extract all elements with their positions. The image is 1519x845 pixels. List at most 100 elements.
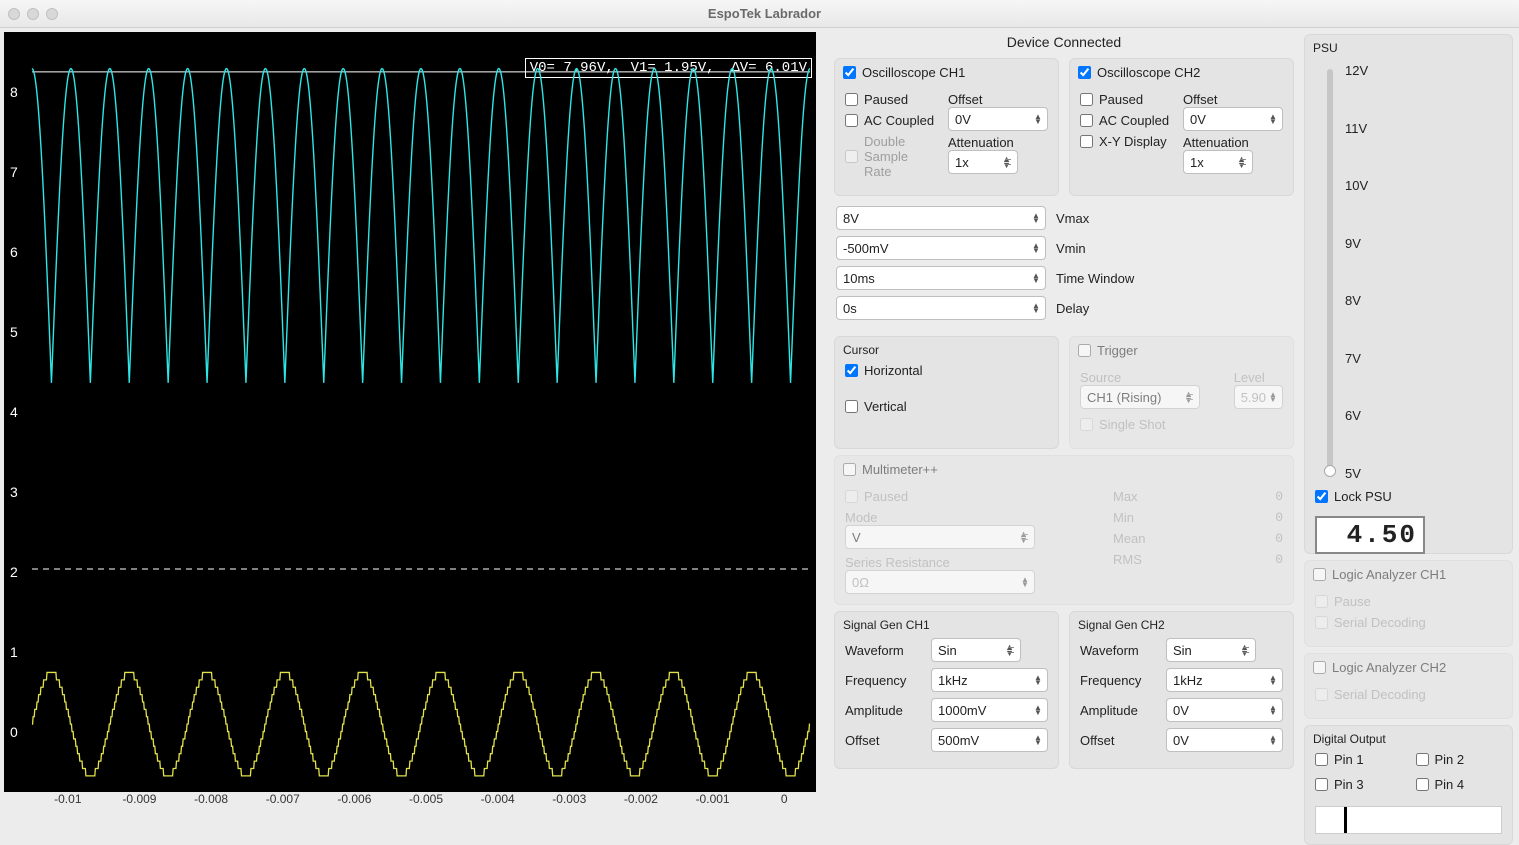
cursor-horizontal-checkbox[interactable]: Horizontal <box>845 363 923 378</box>
psu-tick: 9V <box>1345 236 1368 251</box>
window-title: EspoTek Labrador <box>58 6 1511 21</box>
trigger-singleshot-checkbox: Single Shot <box>1080 417 1166 432</box>
sg2-frequency-input[interactable]: 1kHz▲▼ <box>1166 668 1283 692</box>
psu-slider[interactable]: 12V11V10V9V8V7V6V5V <box>1321 61 1502 483</box>
ch2-xy-checkbox[interactable]: X-Y Display <box>1080 134 1167 149</box>
titlebar: EspoTek Labrador <box>0 0 1519 28</box>
psu-tick: 11V <box>1345 121 1368 136</box>
device-status: Device Connected <box>834 34 1294 50</box>
x-tick: -0.001 <box>677 792 749 816</box>
lock-psu-checkbox[interactable]: Lock PSU <box>1315 489 1392 504</box>
psu-lcd: 4.50 <box>1315 516 1425 554</box>
minimize-icon[interactable] <box>27 8 39 20</box>
cursor-title: Cursor <box>843 343 1048 357</box>
scope-ch1-enable[interactable]: Oscilloscope CH1 <box>843 65 965 80</box>
ch1-paused-checkbox[interactable]: Paused <box>845 92 908 107</box>
multimeter-group: Multimeter++ Paused Mode V▲▼ Series Resi… <box>834 455 1294 605</box>
timewindow-input[interactable]: 10ms▲▼ <box>836 266 1046 290</box>
ch2-paused-checkbox[interactable]: Paused <box>1080 92 1143 107</box>
psu-slider-thumb[interactable] <box>1324 465 1336 477</box>
ch2-atten-label: Attenuation <box>1183 135 1283 150</box>
ch2-offset-input[interactable]: 0V▲▼ <box>1183 107 1283 131</box>
trigger-enable-checkbox[interactable]: Trigger <box>1078 343 1138 358</box>
vmax-input[interactable]: 8V▲▼ <box>836 206 1046 230</box>
scope-ch2-group: Oscilloscope CH2 Paused AC Coupled X-Y D… <box>1069 58 1294 196</box>
cursor-group: Cursor Horizontal Vertical <box>834 336 1059 449</box>
siggen2-title: Signal Gen CH2 <box>1078 618 1283 632</box>
x-tick: 0 <box>748 792 820 816</box>
x-tick: -0.003 <box>533 792 605 816</box>
sg1-amplitude-input[interactable]: 1000mV▲▼ <box>931 698 1048 722</box>
ch1-offset-input[interactable]: 0V▲▼ <box>948 107 1048 131</box>
x-tick: -0.01 <box>32 792 104 816</box>
close-icon[interactable] <box>8 8 20 20</box>
psu-tick: 5V <box>1345 466 1368 481</box>
mm-series-r-label: Series Resistance <box>845 555 1093 570</box>
la1-pause-checkbox: Pause <box>1315 594 1371 609</box>
ch2-atten-select[interactable]: 1x▲▼ <box>1183 150 1253 174</box>
x-tick: -0.007 <box>247 792 319 816</box>
sg2-waveform-select[interactable]: Sin▲▼ <box>1166 638 1256 662</box>
psu-tick: 12V <box>1345 63 1368 78</box>
mm-mean-value: 0 <box>1275 531 1283 546</box>
mm-rms-label: RMS <box>1113 552 1142 567</box>
zoom-icon[interactable] <box>46 8 58 20</box>
ch1-atten-label: Attenuation <box>948 135 1048 150</box>
siggen-ch2-group: Signal Gen CH2 WaveformSin▲▼ Frequency1k… <box>1069 611 1294 769</box>
la-ch2-group: Logic Analyzer CH2 Serial Decoding <box>1304 653 1513 719</box>
la2-enable-checkbox[interactable]: Logic Analyzer CH2 <box>1313 660 1446 675</box>
sg2-amplitude-input[interactable]: 0V▲▼ <box>1166 698 1283 722</box>
cursor-vertical-checkbox[interactable]: Vertical <box>845 399 907 414</box>
sg2-offset-input[interactable]: 0V▲▼ <box>1166 728 1283 752</box>
x-tick: -0.002 <box>605 792 677 816</box>
delay-label: Delay <box>1056 301 1089 316</box>
pin2-checkbox[interactable]: Pin 2 <box>1416 752 1503 767</box>
mm-mean-label: Mean <box>1113 531 1146 546</box>
waveform-canvas <box>4 32 816 792</box>
vmin-input[interactable]: -500mV▲▼ <box>836 236 1046 260</box>
pin1-checkbox[interactable]: Pin 1 <box>1315 752 1402 767</box>
psu-tick: 6V <box>1345 408 1368 423</box>
pin4-checkbox[interactable]: Pin 4 <box>1416 777 1503 792</box>
psu-group: PSU 12V11V10V9V8V7V6V5V Lock PSU 4.50 <box>1304 34 1513 554</box>
mm-series-r-input: 0Ω▲▼ <box>845 570 1035 594</box>
x-tick: -0.006 <box>319 792 391 816</box>
la-ch1-group: Logic Analyzer CH1 Pause Serial Decoding <box>1304 560 1513 647</box>
psu-tick: 8V <box>1345 293 1368 308</box>
la2-serial-checkbox: Serial Decoding <box>1315 687 1426 702</box>
sg1-offset-input[interactable]: 500mV▲▼ <box>931 728 1048 752</box>
delay-input[interactable]: 0s▲▼ <box>836 296 1046 320</box>
ch1-ac-coupled-checkbox[interactable]: AC Coupled <box>845 113 934 128</box>
mm-max-value: 0 <box>1275 489 1283 504</box>
trigger-source-label: Source <box>1080 370 1224 385</box>
digital-output-group: Digital Output Pin 1 Pin 2 Pin 3 Pin 4 <box>1304 725 1513 845</box>
window-controls[interactable] <box>8 8 58 20</box>
oscilloscope-plot[interactable]: 8 7 6 5 4 3 2 1 0 V0= 7.96V, V1= 1.95V, … <box>4 32 816 792</box>
mm-min-value: 0 <box>1275 510 1283 525</box>
mm-rms-value: 0 <box>1275 552 1283 567</box>
ch1-atten-select[interactable]: 1x▲▼ <box>948 150 1018 174</box>
scope-ch2-enable[interactable]: Oscilloscope CH2 <box>1078 65 1200 80</box>
pin3-checkbox[interactable]: Pin 3 <box>1315 777 1402 792</box>
x-tick: -0.008 <box>175 792 247 816</box>
siggen-ch1-group: Signal Gen CH1 WaveformSin▲▼ Frequency1k… <box>834 611 1059 769</box>
digout-title: Digital Output <box>1313 732 1502 746</box>
oscilloscope-pane: 8 7 6 5 4 3 2 1 0 V0= 7.96V, V1= 1.95V, … <box>0 28 820 826</box>
mm-min-label: Min <box>1113 510 1134 525</box>
x-tick: -0.009 <box>104 792 176 816</box>
vmin-label: Vmin <box>1056 241 1086 256</box>
vmax-label: Vmax <box>1056 211 1089 226</box>
la1-enable-checkbox[interactable]: Logic Analyzer CH1 <box>1313 567 1446 582</box>
ch1-double-sample-checkbox: Double Sample Rate <box>845 134 938 179</box>
mm-mode-select: V▲▼ <box>845 525 1035 549</box>
trigger-level-label: Level <box>1234 370 1283 385</box>
psu-tick: 7V <box>1345 351 1368 366</box>
timewindow-label: Time Window <box>1056 271 1134 286</box>
ch2-ac-coupled-checkbox[interactable]: AC Coupled <box>1080 113 1169 128</box>
siggen1-title: Signal Gen CH1 <box>843 618 1048 632</box>
mm-paused-checkbox: Paused <box>845 489 908 504</box>
sg1-waveform-select[interactable]: Sin▲▼ <box>931 638 1021 662</box>
sg1-frequency-input[interactable]: 1kHz▲▼ <box>931 668 1048 692</box>
ch1-offset-label: Offset <box>948 92 1048 107</box>
multimeter-enable-checkbox[interactable]: Multimeter++ <box>843 462 938 477</box>
